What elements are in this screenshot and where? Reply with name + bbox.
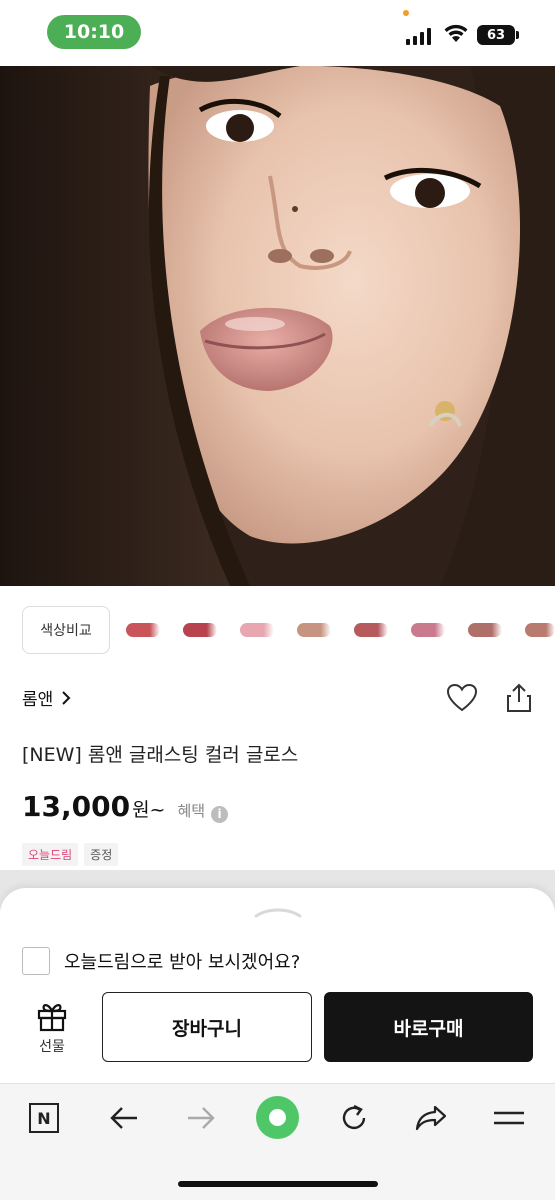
naver-home-button[interactable]: N: [22, 1096, 66, 1140]
color-swatch[interactable]: [183, 623, 217, 637]
arrow-left-icon: [110, 1107, 137, 1129]
price-row: 13,000 원~ 혜택 i: [22, 790, 229, 823]
share-icon[interactable]: [506, 683, 532, 713]
color-swatch-row: 색상비교: [0, 606, 555, 656]
share-arrow-icon: [415, 1105, 447, 1131]
privacy-indicator-dot: [403, 10, 409, 16]
reload-button[interactable]: [332, 1096, 376, 1140]
benefit-label[interactable]: 혜택: [177, 800, 205, 821]
forward-button[interactable]: [179, 1096, 223, 1140]
battery-tip: [516, 31, 519, 39]
heart-icon[interactable]: [446, 683, 478, 713]
info-icon[interactable]: i: [211, 805, 229, 823]
gift-icon: [37, 1004, 67, 1032]
green-dot-icon: [269, 1109, 286, 1126]
price-currency: 원~: [132, 799, 166, 821]
gift-label: 선물: [39, 1039, 65, 1055]
green-dot-button[interactable]: [256, 1096, 299, 1139]
status-bar: 10:10 63: [0, 0, 555, 66]
product-image-carousel[interactable]: 2 | 8: [0, 66, 555, 586]
color-swatch[interactable]: [297, 623, 331, 637]
status-time: 10:10: [47, 15, 141, 49]
sheet-handle-icon[interactable]: [254, 905, 302, 919]
product-tags: 오늘드림 증정: [22, 843, 119, 866]
wifi-icon: [444, 24, 468, 42]
color-swatch[interactable]: [468, 623, 502, 637]
tag-gift: 증정: [84, 843, 119, 866]
battery-level: 63: [477, 25, 515, 45]
arrow-right-icon: [188, 1107, 215, 1129]
color-swatch[interactable]: [354, 623, 388, 637]
brand-name: 롬앤: [22, 690, 54, 710]
home-indicator: [178, 1181, 378, 1187]
color-swatch[interactable]: [411, 623, 445, 637]
color-swatch[interactable]: [525, 623, 555, 637]
cellular-signal-icon: [406, 27, 431, 45]
gift-button[interactable]: 선물: [22, 1000, 82, 1060]
color-swatch[interactable]: [240, 623, 274, 637]
add-to-cart-button[interactable]: 장바구니: [102, 992, 312, 1062]
today-delivery-checkbox[interactable]: [22, 947, 50, 975]
color-swatch[interactable]: [126, 623, 160, 637]
share-page-button[interactable]: [409, 1096, 453, 1140]
brand-link[interactable]: 롬앤: [22, 685, 71, 710]
product-price: 13,000: [22, 790, 131, 823]
today-delivery-question[interactable]: 오늘드림으로 받아 보시겠어요?: [64, 948, 300, 974]
product-photo: [0, 66, 555, 586]
reload-icon: [342, 1104, 366, 1130]
naver-n-icon: N: [29, 1103, 59, 1133]
hamburger-menu-icon: [494, 1111, 524, 1125]
buy-now-button[interactable]: 바로구매: [324, 992, 533, 1062]
tag-today-delivery: 오늘드림: [22, 843, 79, 866]
product-title: [NEW] 롬앤 글래스팅 컬러 글로스: [22, 744, 299, 766]
back-button[interactable]: [102, 1096, 146, 1140]
chevron-right-icon: [62, 690, 71, 705]
menu-button[interactable]: [487, 1096, 531, 1140]
color-compare-button[interactable]: 색상비교: [22, 606, 110, 654]
